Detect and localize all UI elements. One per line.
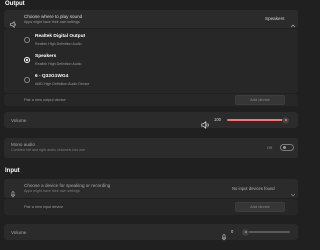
input-section-title: Input [5,168,20,174]
pair-output-label: Pair a new output device [24,98,66,102]
output-volume-label: Volume [11,118,27,123]
output-volume-value: 100 [214,117,221,122]
output-volume-thumb[interactable] [282,116,289,124]
add-input-device-button[interactable]: Add device [235,202,285,212]
device-driver: Realtek High Definition Audio [35,42,82,46]
chevron-down-icon[interactable] [290,185,296,197]
input-choose-title: Choose a device for speaking or recordin… [24,183,111,188]
mono-audio-subtitle: Combine left and right audio channels in… [11,148,86,152]
device-driver: AMD High Definition Audio Device [35,82,90,86]
output-choose-title: Choose where to play sound [24,14,83,19]
mono-audio-title: Mono audio [11,142,36,147]
device-name: Speakers [35,54,57,59]
output-selected-device: Speakers [265,16,285,21]
mono-audio-toggle[interactable] [280,144,294,151]
device-option-speakers[interactable]: Speakers Realtek High Definition Audio [4,51,298,70]
radio-q32g1wg4[interactable] [24,77,30,83]
mono-audio-state: Off [267,145,273,150]
mono-audio-row: Mono audio Combine left and right audio … [4,138,298,158]
add-output-device-button[interactable]: Add device [235,95,285,105]
output-device-selector[interactable]: Choose where to play sound Apps might ha… [4,10,298,28]
device-driver: Realtek High Definition Audio [35,62,82,66]
pair-input-row: Pair a new input device Add device [4,199,298,215]
input-volume-row: Volume 0 [4,224,298,241]
input-choose-subtitle: Apps might have their own settings [24,189,80,193]
output-volume-row: Volume 100 [4,112,298,129]
pair-output-row: Pair a new output device Add device [4,94,298,106]
pair-input-label: Pair a new input device [24,205,64,209]
device-option-q32g1wg4[interactable]: 6 - Q32G1WG4 AMD High Definition Audio D… [4,71,298,90]
input-volume-slider[interactable] [242,228,290,236]
device-name: 6 - Q32G1WG4 [35,74,69,79]
output-choose-subtitle: Apps might have their own settings [24,20,80,24]
output-device-list: Realtek Digital Output Realtek High Defi… [4,29,298,93]
microphone-volume-icon[interactable] [221,228,227,246]
input-volume-thumb[interactable] [242,228,249,236]
input-device-selector[interactable]: Choose a device for speaking or recordin… [4,179,298,198]
output-section-title: Output [5,1,25,7]
output-volume-fill [227,119,289,121]
output-volume-slider[interactable] [227,116,289,124]
device-name: Realtek Digital Output [35,34,86,39]
input-volume-label: Volume [11,230,27,235]
radio-realtek-digital[interactable] [24,37,30,43]
input-selected-device: No input devices found [232,186,275,191]
volume-speaker-icon[interactable] [201,116,209,134]
radio-speakers-selected[interactable] [24,57,30,63]
chevron-up-icon[interactable] [290,16,296,28]
device-option-realtek-digital[interactable]: Realtek Digital Output Realtek High Defi… [4,31,298,50]
input-volume-value: 0 [231,229,234,234]
